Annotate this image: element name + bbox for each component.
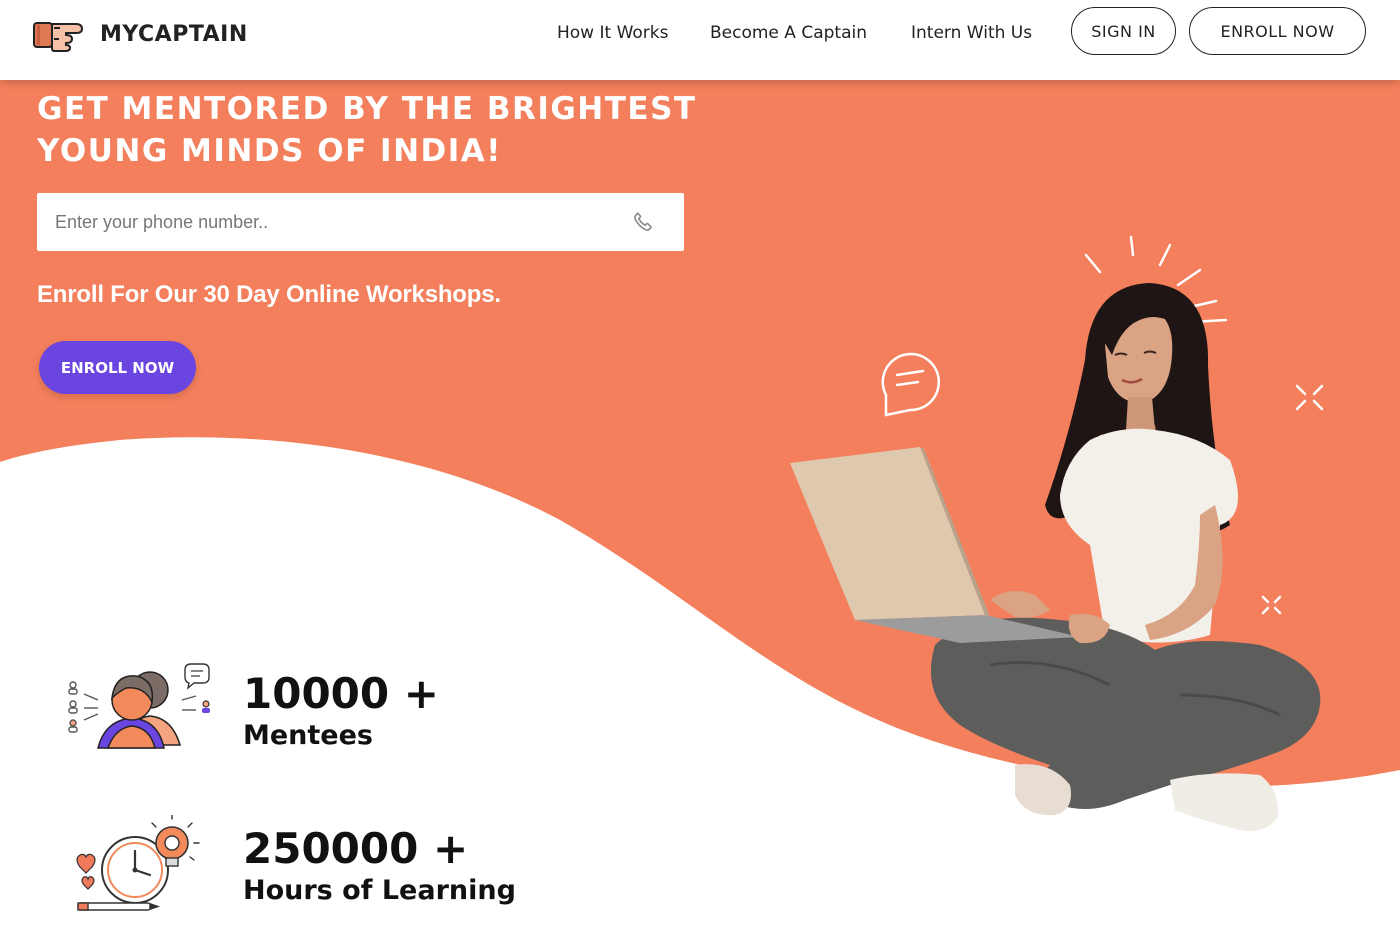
brand-name: MYCAPTAIN (100, 21, 248, 47)
nav-become-a-captain[interactable]: Become A Captain (710, 22, 867, 44)
mentees-icon (68, 663, 210, 749)
top-navbar: MYCAPTAIN How It Works Become A Captain … (0, 0, 1400, 80)
phone-number-input[interactable] (37, 193, 617, 251)
chat-bubble-icon (881, 352, 940, 417)
enroll-now-nav-button[interactable]: ENROLL NOW (1189, 7, 1366, 55)
stat-learning-hours-label: Hours of Learning (243, 875, 516, 906)
cross-sparkle-icon (1261, 384, 1324, 615)
hero-headline: GET MENTORED BY THE BRIGHTEST YOUNG MIND… (37, 88, 757, 172)
stat-learning-hours-number: 250000 + (243, 824, 469, 873)
landing-page: MYCAPTAIN How It Works Become A Captain … (0, 0, 1400, 925)
pointing-hand-logo-icon (33, 22, 84, 52)
nav-how-it-works[interactable]: How It Works (557, 22, 668, 44)
enroll-now-hero-button[interactable]: ENROLL NOW (39, 341, 196, 394)
student-with-laptop-illustration (790, 235, 1324, 832)
phone-input-container (37, 193, 684, 251)
hero-subline: Enroll For Our 30 Day Online Workshops. (37, 281, 501, 308)
learning-hours-icon (76, 815, 200, 911)
stat-mentees-number: 10000 + (243, 669, 439, 718)
nav-intern-with-us[interactable]: Intern With Us (911, 22, 1032, 44)
hero-headline-line-2: YOUNG MINDS OF INDIA! (37, 133, 502, 169)
stat-mentees-label: Mentees (243, 720, 374, 751)
sign-in-button[interactable]: SIGN IN (1071, 7, 1176, 55)
brand-logo[interactable]: MYCAPTAIN (32, 14, 248, 54)
phone-icon (634, 211, 652, 231)
hero-headline-line-1: GET MENTORED BY THE BRIGHTEST (37, 91, 697, 127)
